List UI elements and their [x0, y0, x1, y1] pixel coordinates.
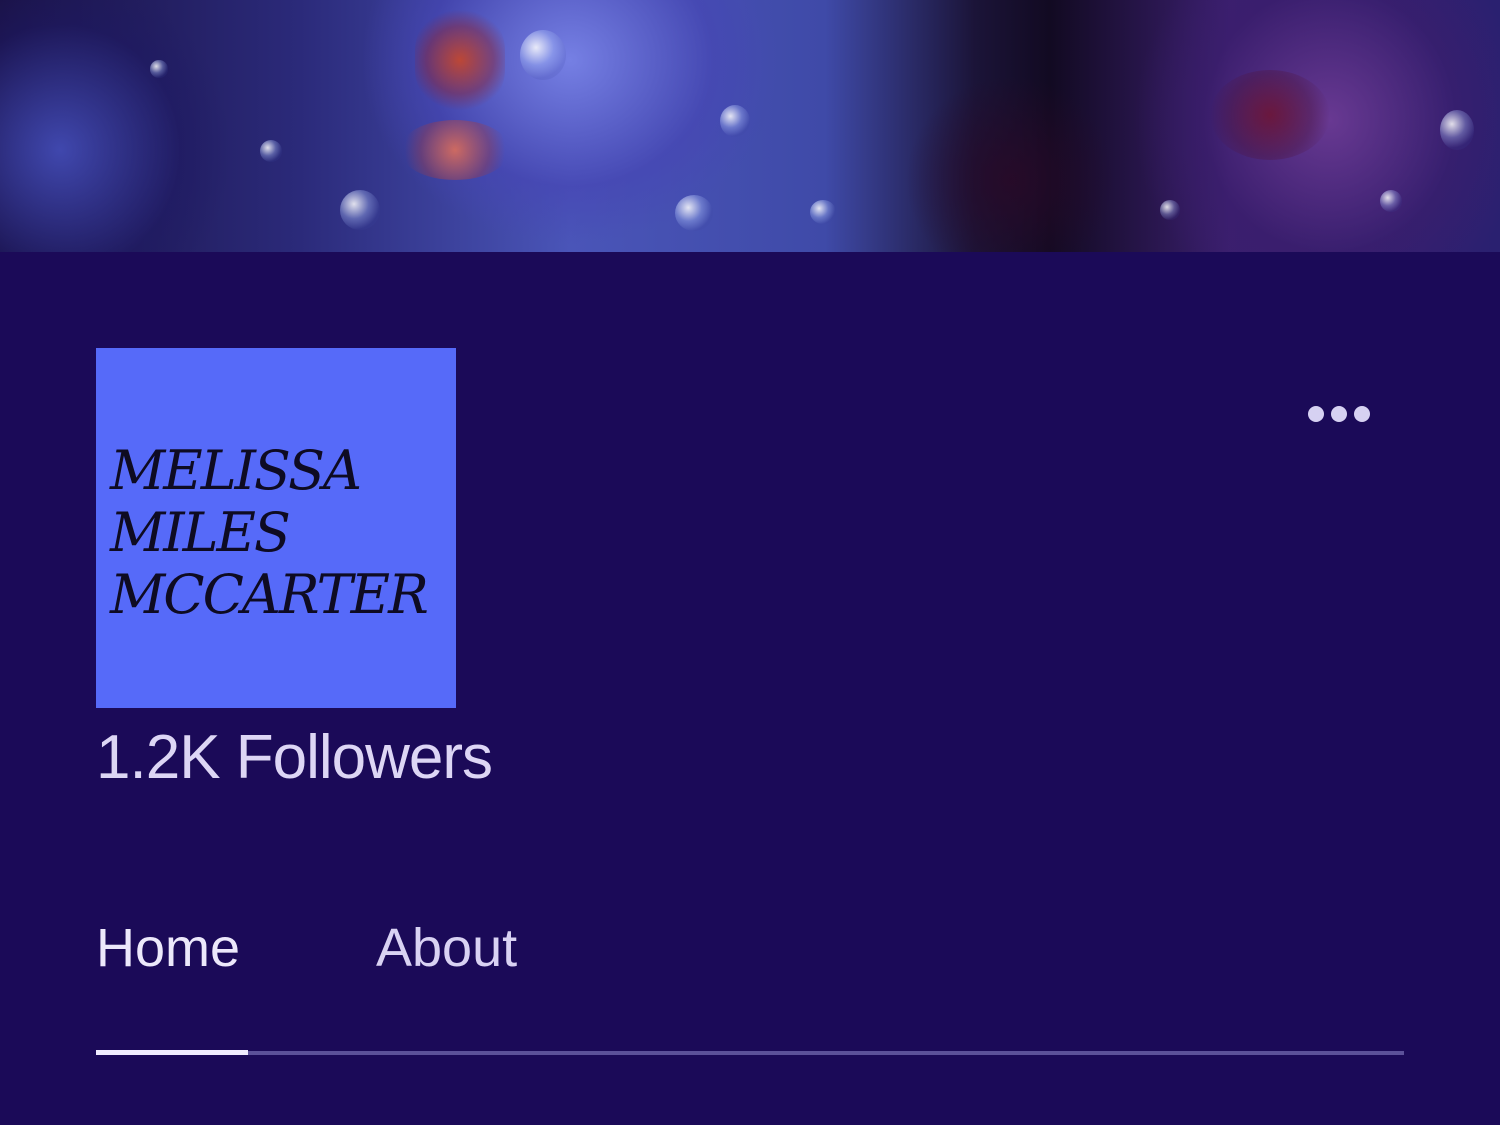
tab-rail: [96, 1050, 1404, 1055]
ellipsis-horizontal-icon: [1354, 406, 1370, 422]
profile-logo: MELISSA MILES MCCARTER: [96, 348, 456, 708]
banner-berry-core: [1210, 70, 1330, 160]
tab-home[interactable]: Home: [96, 912, 376, 992]
banner-berry-core: [415, 10, 505, 110]
banner-berry-core: [400, 120, 510, 180]
profile-page: MELISSA MILES MCCARTER 1.2K Followers Ho…: [0, 0, 1500, 1125]
ellipsis-horizontal-icon: [1308, 406, 1324, 422]
banner-water-drop: [260, 140, 282, 162]
followers-count[interactable]: 1.2K Followers: [96, 722, 493, 794]
tab-bar: Home About: [96, 912, 517, 992]
ellipsis-horizontal-icon: [1331, 406, 1347, 422]
banner-water-drop: [1160, 200, 1180, 220]
banner-water-drop: [810, 200, 836, 224]
logo-text-line: MCCARTER: [110, 563, 429, 626]
tab-selected-indicator: [96, 1050, 248, 1055]
banner-water-drop: [1440, 110, 1474, 150]
logo-text-line: MILES: [110, 501, 291, 564]
banner-water-drop: [1380, 190, 1402, 212]
more-options-button[interactable]: [1302, 398, 1376, 430]
banner-water-drop: [520, 30, 566, 80]
banner-water-drop: [675, 195, 713, 231]
banner-water-drop: [340, 190, 380, 230]
banner-water-drop: [720, 105, 750, 137]
tab-about[interactable]: About: [376, 912, 517, 992]
banner-image: [0, 0, 1500, 252]
banner-water-drop: [150, 60, 168, 78]
logo-text-line: MELISSA: [110, 439, 362, 502]
